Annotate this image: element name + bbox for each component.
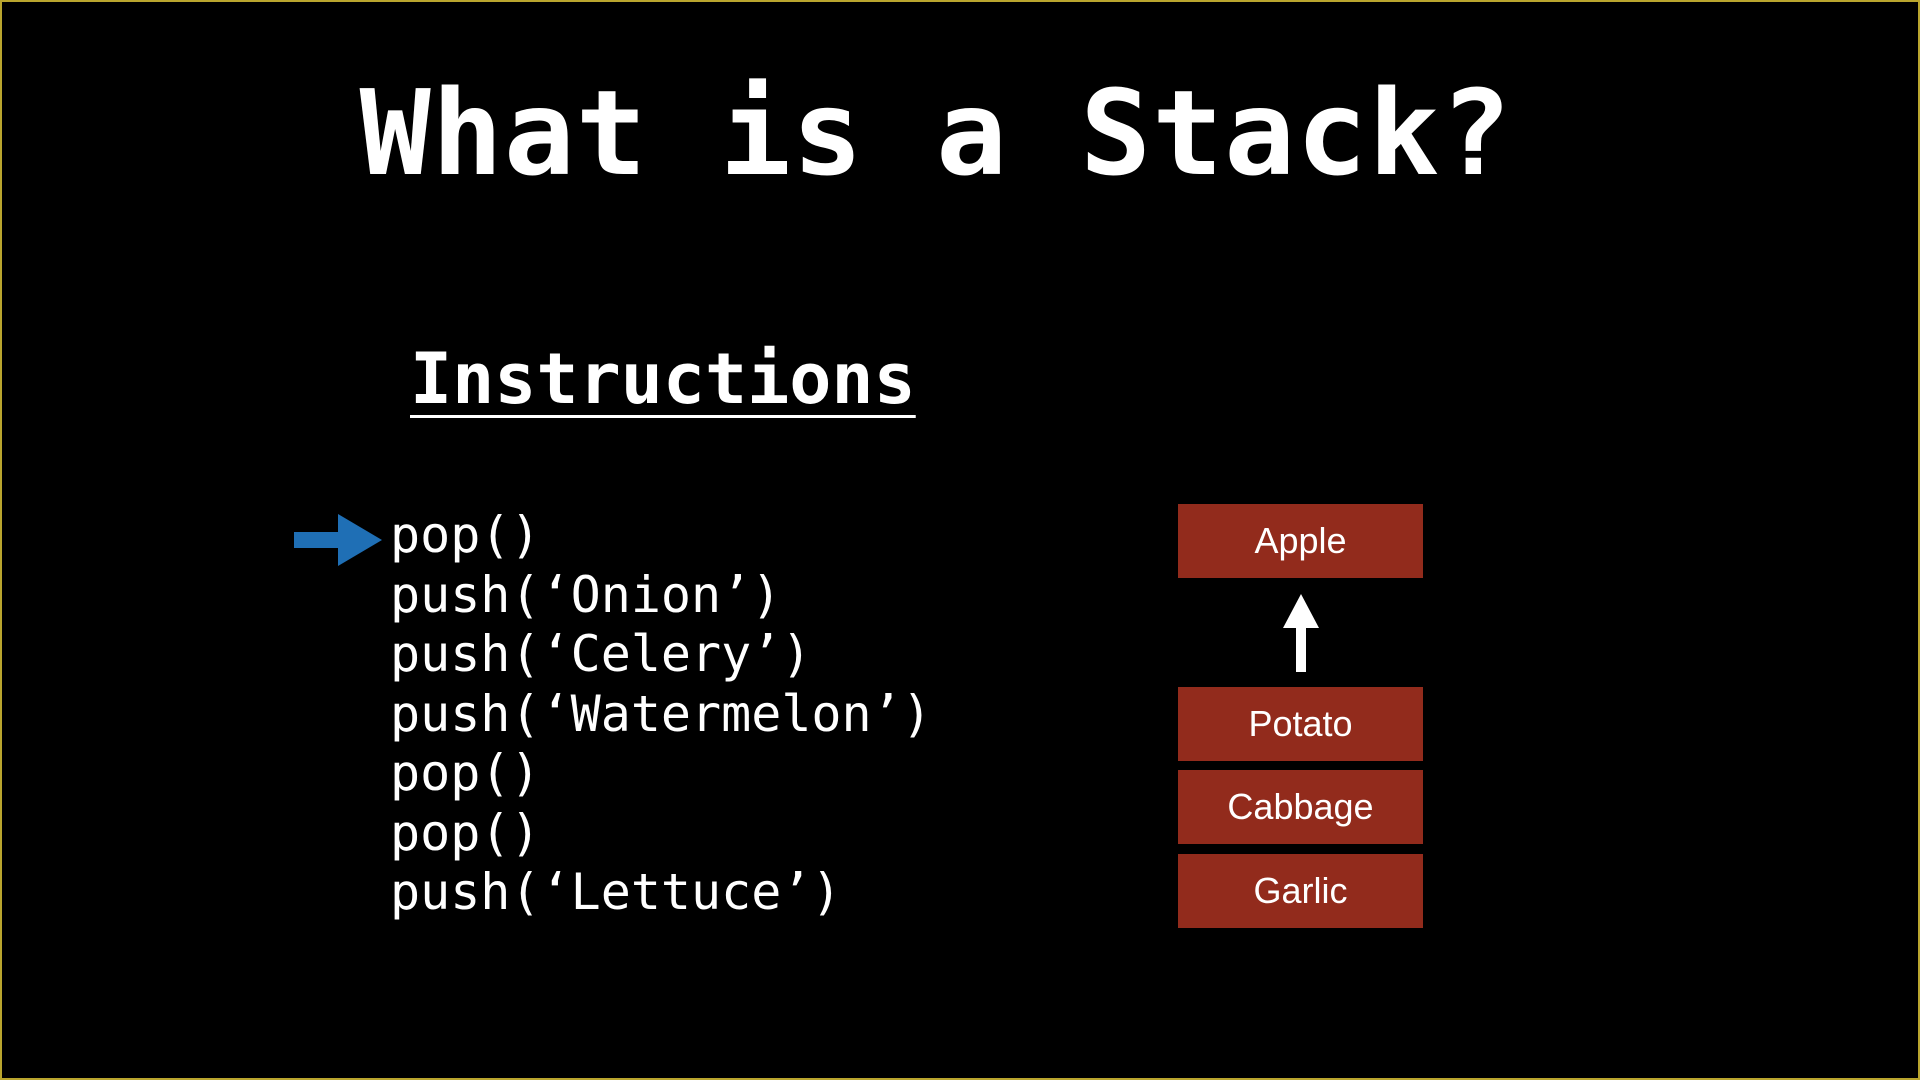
- instruction-push-lettuce: push(‘Lettuce’): [390, 863, 842, 921]
- instruction-pop-current: pop(): [390, 506, 541, 564]
- stack-item-middle: Cabbage: [1178, 770, 1423, 844]
- slide: What is a Stack? Instructions pop() push…: [0, 0, 1920, 1080]
- stack-item-bottom: Garlic: [1178, 854, 1423, 928]
- instructions-heading: Instructions: [410, 338, 916, 420]
- right-arrow-icon: [294, 514, 382, 566]
- up-arrow-icon: [1283, 594, 1319, 672]
- instruction-push-onion: push(‘Onion’): [390, 565, 782, 624]
- instruction-pop: pop(): [390, 803, 541, 862]
- stack-item-top: Potato: [1178, 687, 1423, 761]
- instruction-list: pop() push(‘Onion’) push(‘Celery’) push(…: [390, 506, 932, 923]
- popped-item-box: Apple: [1178, 504, 1423, 578]
- instruction-pop: pop(): [390, 744, 541, 802]
- instruction-push-celery: push(‘Celery’): [390, 625, 812, 683]
- slide-title: What is a Stack?: [359, 64, 1513, 202]
- instruction-push-watermelon: push(‘Watermelon’): [390, 684, 932, 743]
